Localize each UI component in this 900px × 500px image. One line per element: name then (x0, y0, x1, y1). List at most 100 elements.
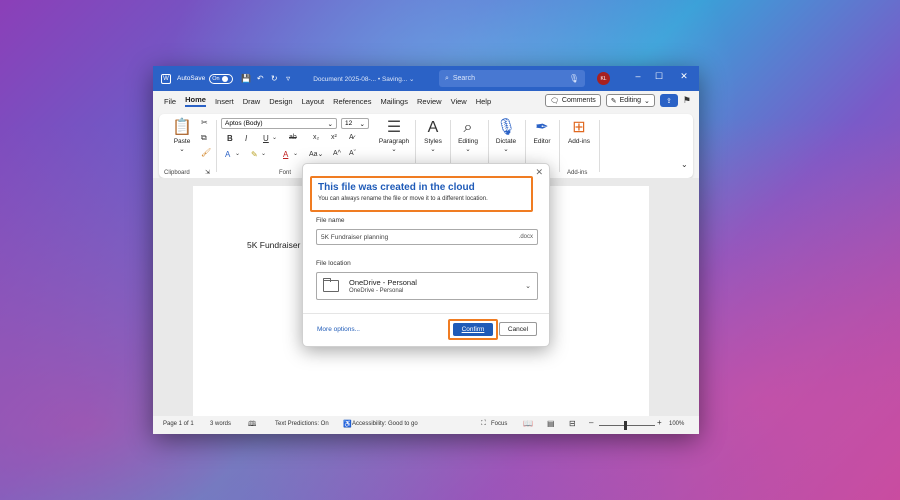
tab-help[interactable]: Help (476, 97, 491, 106)
clear-formatting-icon[interactable]: A̷ (349, 134, 354, 141)
change-case-icon[interactable]: Aa⌄ (309, 150, 323, 158)
document-text[interactable]: 5K Fundraiser (247, 240, 300, 250)
chevron-down-icon[interactable]: ⌄ (272, 134, 277, 141)
proofing-icon[interactable]: 🕮 (248, 420, 256, 431)
collapse-ribbon-icon[interactable]: ⌄ (681, 160, 688, 169)
avatar[interactable]: KL (597, 72, 610, 85)
dictate-button[interactable]: 🎙 Dictate ⌄ (491, 118, 521, 153)
focus-button[interactable]: Focus (491, 421, 507, 427)
page-count[interactable]: Page 1 of 1 (163, 421, 194, 427)
addins-button[interactable]: ⊞ Add-ins (563, 118, 595, 145)
tab-draw[interactable]: Draw (243, 97, 261, 106)
cut-icon[interactable]: ✂ (201, 118, 208, 127)
chevron-down-icon[interactable]: ⌄ (261, 150, 266, 157)
tab-file[interactable]: File (164, 97, 176, 106)
chevron-down-icon[interactable]: ⌄ (235, 150, 240, 157)
print-layout-icon[interactable]: ▤ (547, 419, 555, 428)
paragraph-button[interactable]: ☰ Paragraph ⌄ (377, 118, 411, 153)
superscript-icon[interactable]: x² (331, 134, 337, 141)
font-group-label: Font (279, 170, 292, 176)
tab-insert[interactable]: Insert (215, 97, 234, 106)
text-predictions-status[interactable]: Text Predictions: On (275, 421, 329, 427)
dialog-launcher-icon[interactable]: ⇲ (205, 169, 210, 176)
format-painter-icon[interactable]: 🖌 (201, 148, 211, 157)
menubar-right-actions: 🗨 Comments ✎ Editing ⌄ ⇪ ⚑ (545, 94, 691, 107)
close-icon[interactable]: ✕ (535, 167, 543, 178)
strikethrough-icon[interactable]: ab (289, 134, 297, 141)
addins-group-label: Add-ins (567, 170, 588, 176)
subscript-icon[interactable]: x₂ (313, 134, 319, 141)
zoom-slider-handle[interactable] (624, 421, 627, 430)
zoom-level[interactable]: 100% (669, 421, 684, 427)
autosave-toggle[interactable]: On (209, 73, 234, 84)
editor-button[interactable]: ✒ Editor (528, 118, 556, 145)
share-button[interactable]: ⇪ (659, 94, 678, 107)
group-separator (599, 120, 600, 172)
save-icon[interactable]: 💾 (239, 72, 253, 86)
chevron-down-icon: ⌄ (391, 146, 397, 153)
comments-button[interactable]: 🗨 Comments (545, 94, 601, 107)
bold-icon[interactable]: B (227, 134, 233, 143)
microphone-icon[interactable]: 🎙 (569, 74, 579, 83)
feedback-icon[interactable]: ⚑ (683, 95, 691, 106)
underline-icon[interactable]: U (263, 134, 269, 143)
close-icon[interactable]: ✕ (677, 71, 691, 82)
minimize-icon[interactable]: – (631, 71, 645, 81)
tab-mailings[interactable]: Mailings (380, 97, 408, 106)
tab-home[interactable]: Home (185, 95, 206, 107)
cancel-button[interactable]: Cancel (499, 322, 537, 336)
filename-input[interactable]: 5K Fundraiser planning .docx (316, 229, 538, 245)
chevron-down-icon: ⌄ (179, 146, 185, 153)
highlight-icon[interactable]: ✎ (251, 150, 258, 159)
text-effects-icon[interactable]: A (225, 150, 230, 159)
find-icon: ⌕ (463, 119, 473, 136)
customize-quick-access-icon[interactable]: ▿ (281, 72, 295, 86)
styles-button[interactable]: A Styles ⌄ (419, 118, 447, 153)
grow-font-icon[interactable]: A^ (333, 150, 341, 157)
font-size-value: 12 (345, 120, 353, 127)
word-count[interactable]: 3 words (210, 421, 231, 427)
search-icon: ⌕ (445, 74, 449, 82)
web-layout-icon[interactable]: ⊟ (569, 419, 576, 428)
font-size-select[interactable]: 12 ⌄ (341, 118, 369, 129)
tab-layout[interactable]: Layout (302, 97, 325, 106)
search-box[interactable]: ⌕ Search 🎙 (439, 70, 585, 87)
more-options-link[interactable]: More options... (317, 326, 360, 333)
paste-button[interactable]: 📋 Paste ⌄ (167, 118, 197, 153)
zoom-in-icon[interactable]: + (657, 418, 662, 427)
filename-value: 5K Fundraiser planning (321, 233, 389, 241)
confirm-button[interactable]: Confirm (453, 323, 493, 336)
file-location-select[interactable]: OneDrive - Personal OneDrive - Personal … (316, 272, 538, 300)
read-mode-icon[interactable]: 📖 (523, 419, 533, 428)
styles-icon: A (427, 119, 439, 136)
editing-button[interactable]: ⌕ Editing ⌄ (453, 118, 483, 153)
folder-icon (323, 278, 339, 292)
accessibility-status[interactable]: Accessibility: Good to go (352, 421, 418, 427)
shrink-font-icon[interactable]: Aˇ (349, 150, 356, 157)
dialog-divider (303, 313, 549, 314)
file-location-label: File location (316, 260, 351, 267)
styles-label: Styles (424, 138, 442, 145)
zoom-out-icon[interactable]: – (589, 418, 593, 427)
editor-icon: ✒ (535, 119, 549, 136)
tab-review[interactable]: Review (417, 97, 442, 106)
editing-mode-label: Editing (619, 97, 642, 104)
undo-icon[interactable]: ↶ (253, 72, 267, 86)
editing-mode-button[interactable]: ✎ Editing ⌄ (605, 94, 655, 107)
document-title[interactable]: Document 2025-08-... • Saving... ⌄ (313, 75, 414, 83)
redo-icon[interactable]: ↻ (267, 72, 281, 86)
italic-icon[interactable]: I (245, 134, 247, 143)
dialog-subtitle: You can always rename the file or move i… (318, 196, 488, 202)
tab-design[interactable]: Design (269, 97, 292, 106)
tab-view[interactable]: View (451, 97, 467, 106)
tab-references[interactable]: References (333, 97, 371, 106)
dialog-title: This file was created in the cloud (318, 182, 475, 193)
font-color-icon[interactable]: A (283, 150, 288, 159)
zoom-slider-track[interactable] (599, 425, 655, 426)
chevron-down-icon: ⌄ (465, 146, 471, 153)
maximize-icon[interactable]: ☐ (652, 71, 666, 82)
dialog-header-highlight: This file was created in the cloud You c… (310, 176, 533, 212)
copy-icon[interactable]: ⧉ (201, 133, 207, 143)
font-name-select[interactable]: Aptos (Body) ⌄ (221, 118, 337, 129)
chevron-down-icon[interactable]: ⌄ (293, 150, 298, 157)
